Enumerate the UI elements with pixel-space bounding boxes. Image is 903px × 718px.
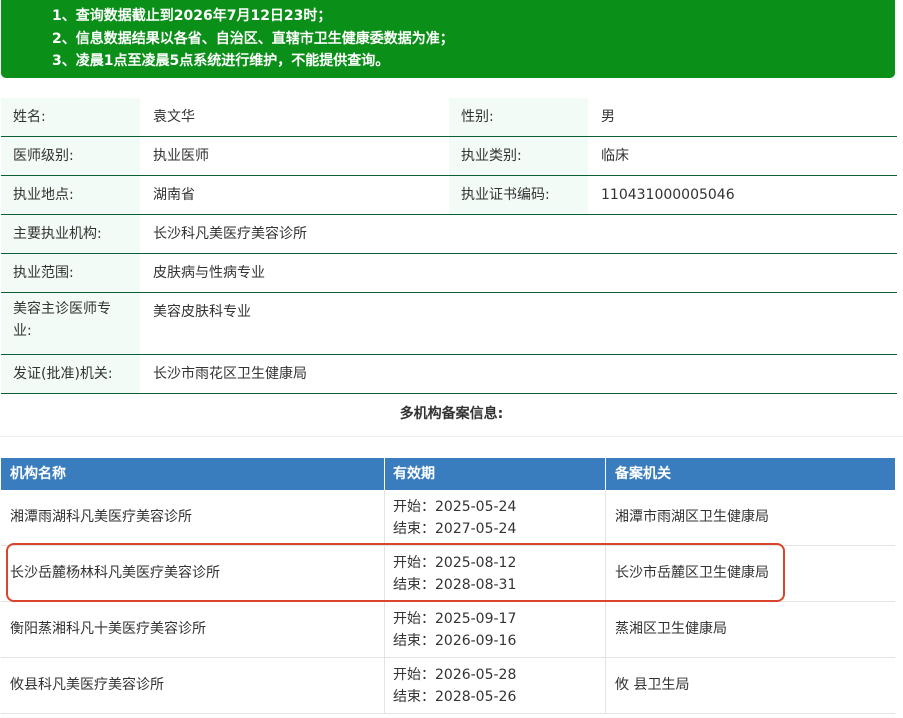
info-row-institution: 主要执业机构: 长沙科凡美医疗美容诊所 [1,215,897,254]
row-agency: 攸 县卫生局 [615,677,690,693]
cell-divider [605,658,606,713]
cell-divider [605,490,606,545]
row-institution-name: 攸县科凡美医疗美容诊所 [10,677,164,693]
scope-label: 执业范围: [1,254,140,292]
table-header: 机构名称 有效期 备案机关 [1,458,895,490]
institution-value: 长沙科凡美医疗美容诊所 [153,226,307,242]
cell-divider [384,658,385,713]
row-start: 开始：2025-05-24 [393,499,517,515]
info-row-level: 医师级别: 执业医师 执业类别: 临床 [1,137,897,176]
name-value: 袁文华 [153,109,195,125]
doctor-info-table: 姓名: 袁文华 性别: 男 医师级别: 执业医师 执业类别: 临床 执业地点: … [1,98,897,394]
info-row-name: 姓名: 袁文华 性别: 男 [1,98,897,137]
table-row: 湘潭雨湖科凡美医疗美容诊所 开始：2025-05-24 结束：2027-05-2… [1,490,895,546]
cell-divider [384,490,385,545]
location-value: 湖南省 [153,187,195,203]
info-row-location: 执业地点: 湖南省 执业证书编码: 110431000005046 [1,176,897,215]
header-name: 机构名称 [10,466,66,482]
notice-banner: 1、查询数据截止到2026年7月12日23时； 2、信息数据结果以各省、自治区、… [1,0,895,78]
row-agency: 蒸湘区卫生健康局 [615,621,727,637]
specialty-label-line-2: 业: [13,323,32,339]
header-divider [605,458,606,490]
row-validity: 开始：2025-09-17 结束：2026-09-16 [393,608,516,652]
row-validity: 开始：2026-05-28 结束：2028-05-26 [393,664,516,708]
row-end: 结束：2028-05-26 [393,689,517,705]
gender-label: 性别: [449,98,588,136]
row-end: 结束：2027-05-24 [393,521,517,537]
scope-value: 皮肤病与性病专业 [153,265,265,281]
row-institution-name: 湘潭雨湖科凡美医疗美容诊所 [10,509,192,525]
row-start: 开始：2026-05-28 [393,667,517,683]
info-row-issuer: 发证(批准)机关: 长沙市雨花区卫生健康局 [1,355,897,394]
row-agency: 湘潭市雨湖区卫生健康局 [615,509,769,525]
header-divider [384,458,385,490]
category-value: 临床 [601,148,629,164]
row-validity: 开始：2025-05-24 结束：2027-05-24 [393,496,516,540]
header-agency: 备案机关 [615,466,671,482]
issuer-label: 发证(批准)机关: [1,355,140,393]
name-label: 姓名: [1,98,140,136]
info-row-scope: 执业范围: 皮肤病与性病专业 [1,254,897,293]
row-end: 结束：2026-09-16 [393,633,517,649]
institution-label: 主要执业机构: [1,215,140,253]
highlight-annotation [6,543,785,602]
specialty-label-line-1: 美容主诊医师专 [13,301,111,317]
header-validity: 有效期 [393,466,435,482]
notice-line-3: 3、凌晨1点至凌晨5点系统进行维护，不能提供查询。 [52,53,390,69]
level-label: 医师级别: [1,137,140,175]
level-value: 执业医师 [153,148,209,164]
location-label: 执业地点: [1,176,140,214]
cell-divider [384,602,385,657]
gender-value: 男 [601,109,615,125]
notice-line-1: 1、查询数据截止到2026年7月12日23时； [52,8,332,24]
multi-institution-title: 多机构备案信息: [0,392,903,437]
specialty-value: 美容皮肤科专业 [153,304,251,320]
table-row: 攸县科凡美医疗美容诊所 开始：2026-05-28 结束：2028-05-26 … [1,658,895,714]
table-row: 衡阳蒸湘科凡十美医疗美容诊所 开始：2025-09-17 结束：2026-09-… [1,602,895,658]
info-row-specialty: 美容主诊医师专 业: 美容皮肤科专业 [1,293,897,355]
specialty-label: 美容主诊医师专 业: [1,293,140,354]
cell-divider [605,602,606,657]
row-start: 开始：2025-09-17 [393,611,517,627]
notice-line-2: 2、信息数据结果以各省、自治区、直辖市卫生健康委数据为准； [52,31,454,47]
issuer-value: 长沙市雨花区卫生健康局 [153,366,307,382]
cert-value: 110431000005046 [601,187,735,203]
cert-label: 执业证书编码: [449,176,588,214]
category-label: 执业类别: [449,137,588,175]
row-institution-name: 衡阳蒸湘科凡十美医疗美容诊所 [10,621,206,637]
